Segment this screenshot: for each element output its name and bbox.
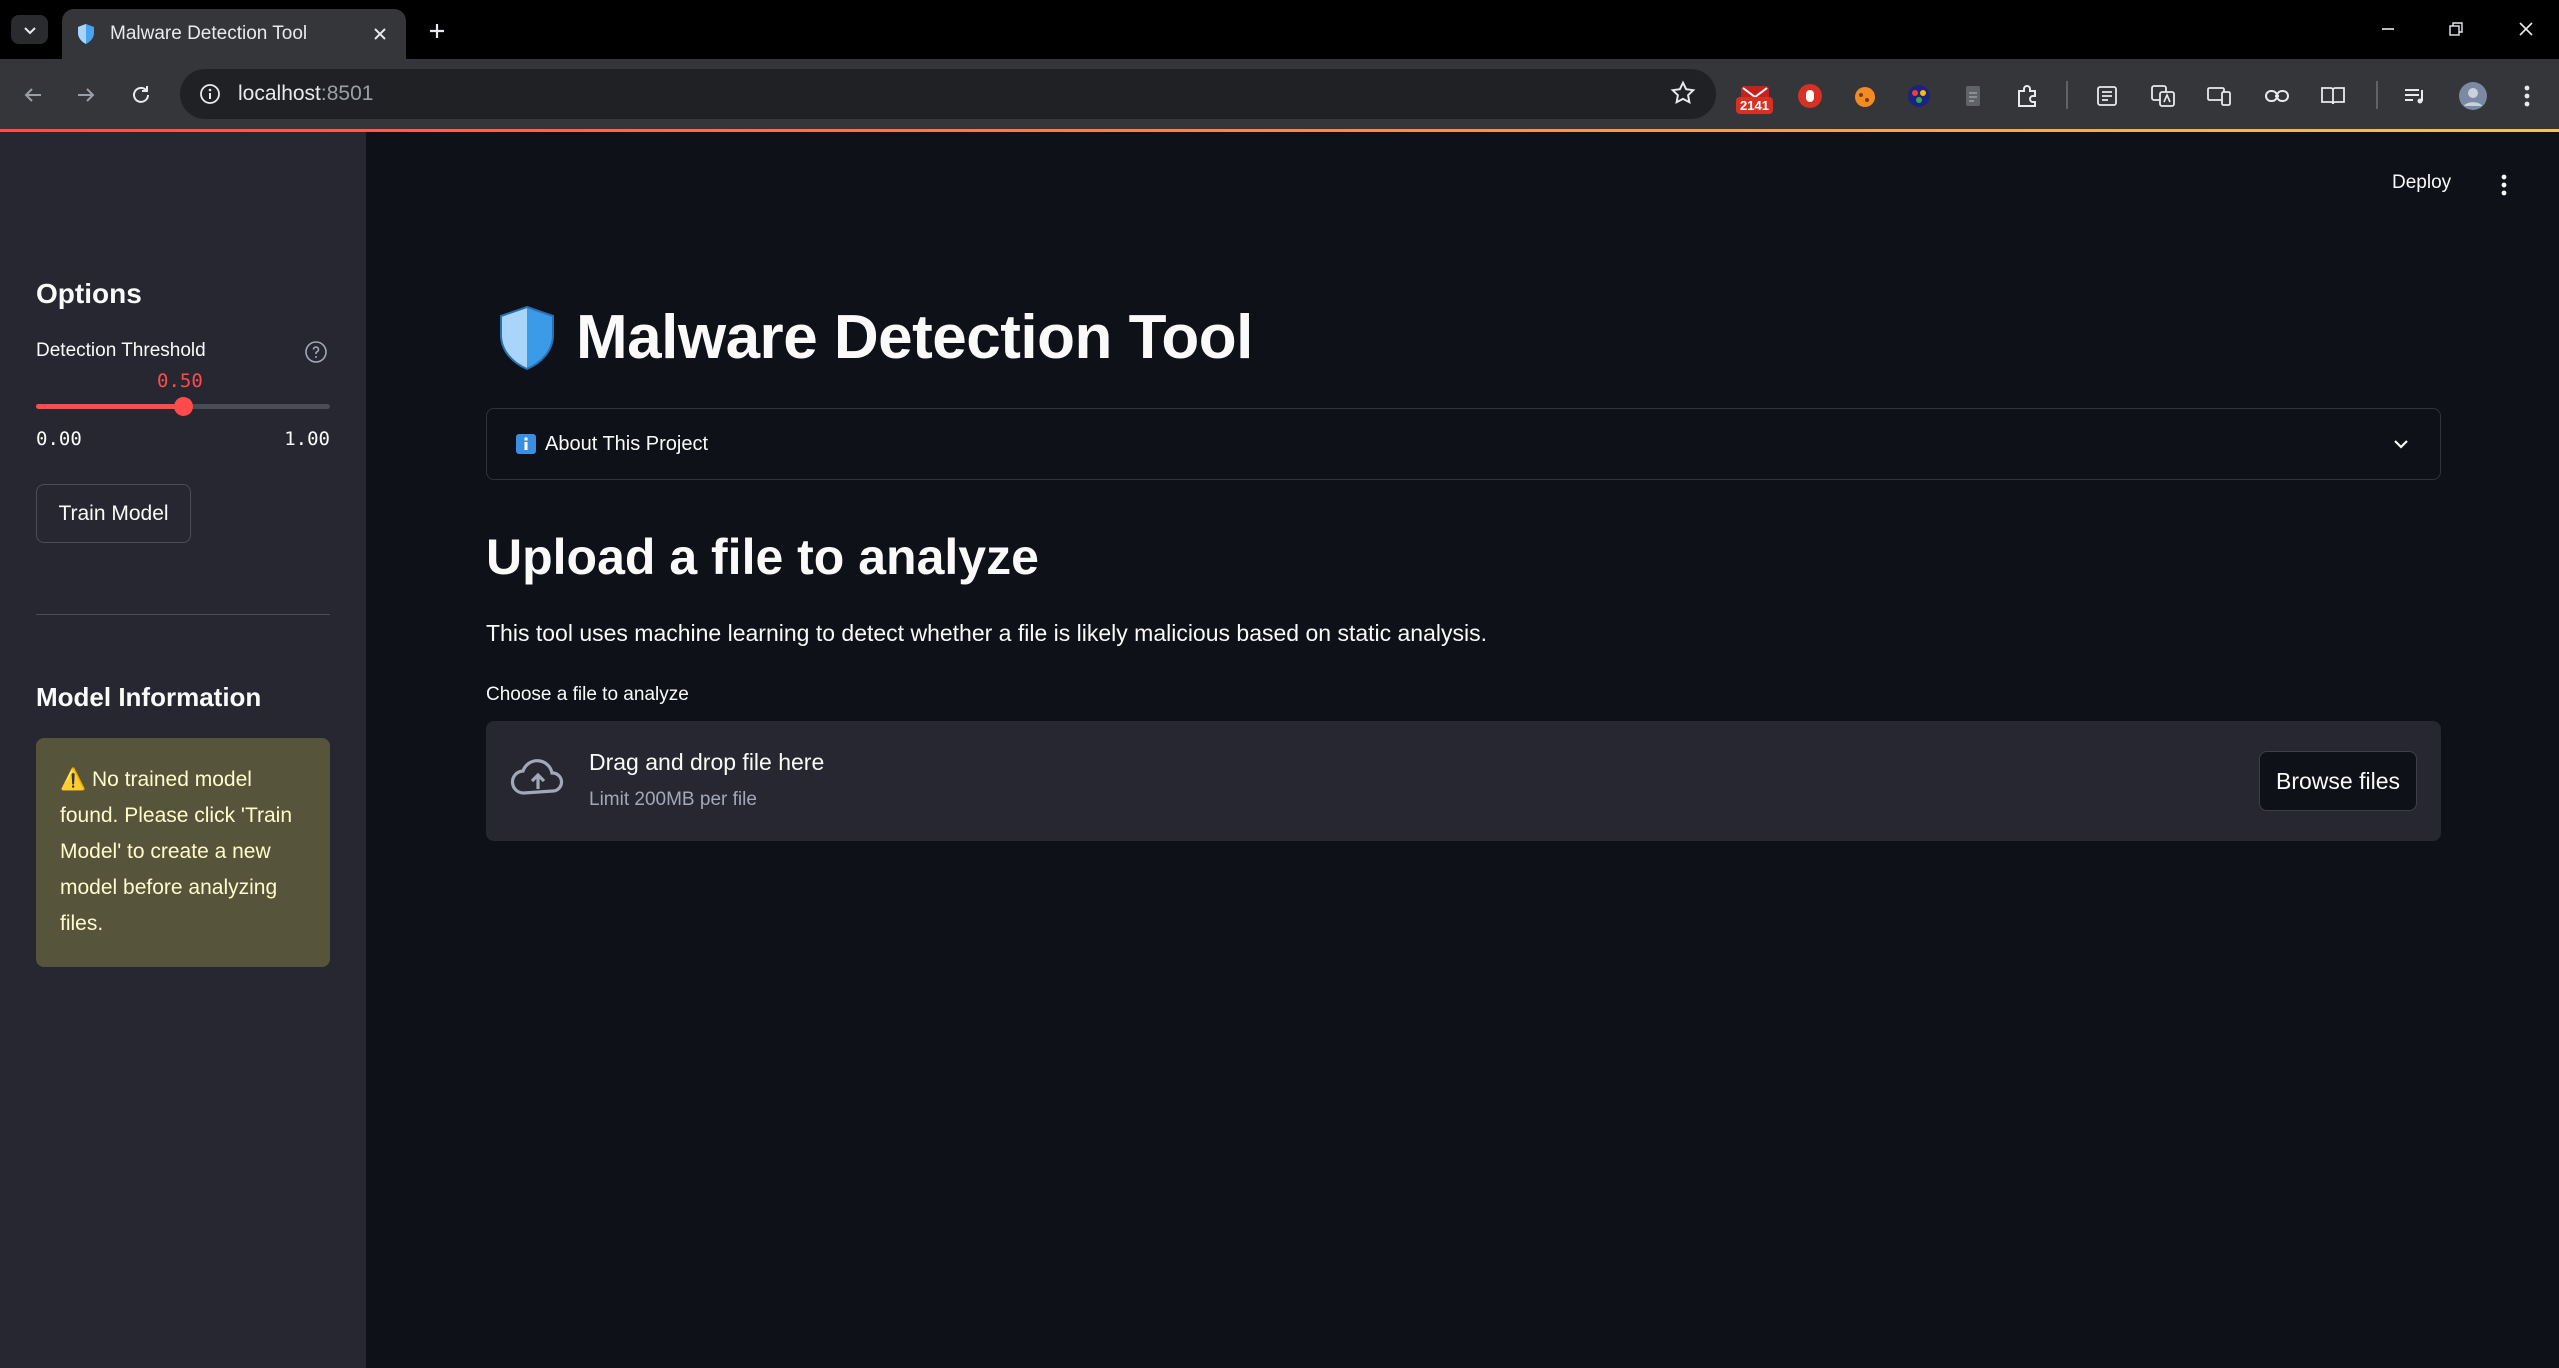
bookmark-star-icon[interactable] [1670, 80, 1696, 111]
help-icon[interactable] [304, 340, 328, 364]
document-extension-icon[interactable] [1956, 79, 1990, 113]
back-button[interactable] [14, 76, 52, 114]
threshold-value: 0.50 [157, 370, 203, 392]
deploy-button[interactable]: Deploy [2384, 168, 2459, 198]
threshold-label: Detection Threshold [36, 340, 206, 361]
page-title-row: Malware Detection Tool [496, 302, 1253, 373]
threshold-slider[interactable] [36, 397, 330, 416]
minimize-icon [2382, 28, 2394, 30]
reader-mode-icon[interactable] [2316, 79, 2350, 113]
restore-icon [2449, 22, 2463, 36]
slider-max-label: 1.00 [284, 428, 330, 450]
url-port: :8501 [320, 82, 374, 105]
info-icon [516, 434, 536, 454]
cookie-extension-icon[interactable] [1848, 79, 1882, 113]
tab-title: Malware Detection Tool [110, 23, 308, 44]
train-model-button[interactable]: Train Model [36, 484, 191, 543]
plus-icon [430, 24, 444, 38]
browser-toolbar: localhost:8501 2141 [0, 59, 2559, 130]
file-dropzone[interactable]: Drag and drop file here Limit 200MB per … [486, 721, 2441, 841]
shield-icon [500, 305, 554, 370]
link-icon[interactable] [2260, 79, 2294, 113]
slider-fill [36, 404, 183, 409]
chevron-down-icon [2394, 440, 2408, 449]
site-info-icon[interactable] [196, 80, 224, 108]
reading-list-icon[interactable] [2090, 79, 2124, 113]
shield-icon [78, 24, 94, 44]
warning-icon: ⚠️ [60, 768, 87, 791]
uploader-label: Choose a file to analyze [486, 684, 689, 705]
upload-heading: Upload a file to analyze [486, 529, 1039, 585]
options-heading: Options [36, 278, 142, 309]
toolbar-separator [2376, 81, 2378, 109]
puzzle-extensions-icon[interactable] [2010, 79, 2044, 113]
reload-icon [133, 86, 149, 103]
sidebar: Options Detection Threshold 0.50 0.00 1.… [0, 132, 366, 1368]
warning-alert: ⚠️ No trained model found. Please click … [36, 738, 330, 967]
close-tab-icon[interactable] [368, 22, 392, 46]
about-label: About This Project [545, 432, 709, 455]
slider-thumb[interactable] [174, 397, 193, 416]
cast-devices-icon[interactable] [2202, 79, 2236, 113]
forward-button[interactable] [67, 76, 105, 114]
page-title: Malware Detection Tool [576, 303, 1253, 372]
dropzone-title: Drag and drop file here [589, 749, 825, 775]
media-queue-icon[interactable] [2398, 79, 2432, 113]
close-icon [2519, 22, 2533, 36]
extension-badge: 2141 [1736, 97, 1773, 114]
tab-search-button[interactable] [11, 15, 48, 44]
app-top-decoration [0, 129, 2559, 132]
arrow-right-icon [78, 88, 95, 102]
reload-button[interactable] [122, 76, 160, 114]
profile-avatar[interactable] [2456, 79, 2490, 113]
address-bar[interactable]: localhost:8501 [180, 69, 1716, 119]
cloud-upload-icon [510, 759, 564, 795]
minimize-button[interactable] [2368, 12, 2408, 46]
translate-icon[interactable] [2146, 79, 2180, 113]
description-text: This tool uses machine learning to detec… [486, 620, 1487, 646]
chevron-down-icon [23, 26, 36, 34]
model-info-heading: Model Information [36, 682, 262, 712]
browser-tab-bar: Malware Detection Tool [0, 0, 2559, 59]
close-window-button[interactable] [2506, 12, 2546, 46]
main-menu-icon[interactable] [2494, 170, 2514, 200]
toolbar-separator [2066, 81, 2068, 109]
new-tab-button[interactable] [420, 14, 454, 48]
warning-text: No trained model found. Please click 'Tr… [60, 768, 293, 935]
arrow-left-icon [24, 88, 41, 102]
colorful-extension-icon[interactable] [1902, 79, 1936, 113]
browser-menu-icon[interactable] [2510, 79, 2544, 113]
slider-min-label: 0.00 [36, 428, 82, 450]
dropzone-limit: Limit 200MB per file [589, 789, 757, 810]
sidebar-divider [36, 614, 330, 615]
restore-button[interactable] [2436, 12, 2476, 46]
browser-tab[interactable]: Malware Detection Tool [62, 9, 406, 59]
about-expander[interactable]: About This Project [486, 408, 2441, 480]
hand-extension-icon[interactable] [1793, 79, 1827, 113]
browse-files-button[interactable]: Browse files [2259, 751, 2417, 811]
url-host: localhost [238, 82, 321, 105]
